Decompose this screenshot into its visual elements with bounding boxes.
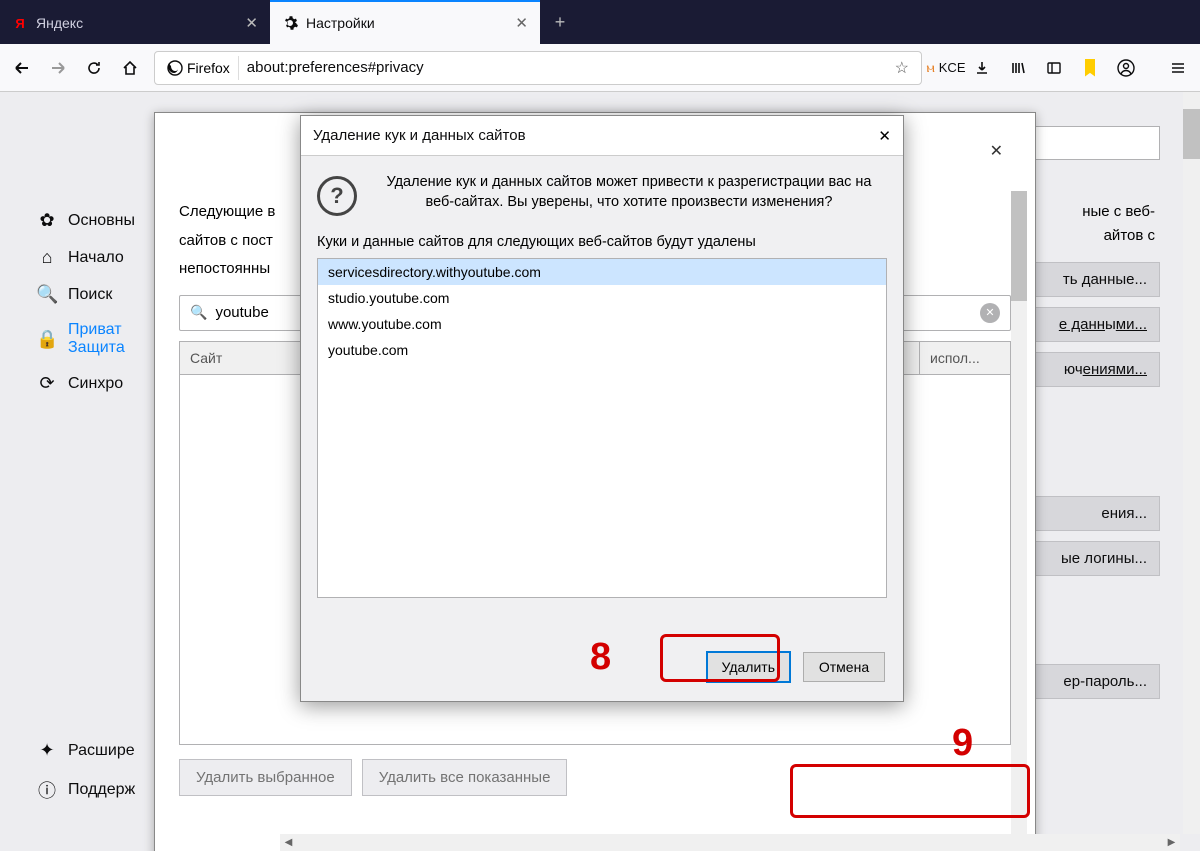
search-icon: 🔍 [190, 304, 207, 321]
preferences-sidebar: ✿Основны ⌂Начало 🔍Поиск 🔒Приват Защита ⟳… [36, 202, 156, 402]
tab-title: Настройки [306, 15, 375, 31]
content-area: ✿Основны ⌂Начало 🔍Поиск 🔒Приват Защита ⟳… [0, 92, 1200, 851]
puzzle-icon: ✦ [36, 740, 58, 761]
list-item[interactable]: www.youtube.com [318, 311, 886, 337]
sidebar-bottom: ✦Расшире ⓘПоддерж [36, 732, 156, 811]
identity-box[interactable]: Firefox [159, 56, 239, 80]
url-text[interactable]: about:preferences#privacy [239, 59, 887, 76]
bookmark-star-icon[interactable]: ☆ [887, 54, 917, 82]
tab-yandex[interactable]: Я Яндекс ✕ [0, 0, 270, 44]
page-horizontal-scrollbar[interactable]: ◀ ▶ [280, 834, 1180, 851]
sidebar-item-support[interactable]: ⓘПоддерж [36, 769, 156, 811]
reload-button[interactable] [78, 52, 110, 84]
library-button[interactable] [1002, 52, 1034, 84]
delete-button[interactable]: Удалить [706, 651, 791, 683]
list-item[interactable]: studio.youtube.com [318, 285, 886, 311]
remove-all-shown-button[interactable]: Удалить все показанные [362, 759, 568, 796]
kce-icon: ⲙ [927, 59, 935, 76]
close-icon[interactable]: ✕ [245, 14, 258, 32]
dialog-title: Удаление кук и данных сайтов [313, 127, 526, 144]
url-bar[interactable]: Firefox about:preferences#privacy ☆ [154, 51, 922, 85]
yandex-icon: Я [12, 15, 28, 31]
sidebar-item-sync[interactable]: ⟳Синхро [36, 365, 156, 402]
remove-selected-button[interactable]: Удалить выбранное [179, 759, 352, 796]
sidebar-item-extensions[interactable]: ✦Расшире [36, 732, 156, 769]
dialog-scrollbar[interactable] [1011, 191, 1027, 851]
yandex-bookmark-button[interactable] [1074, 52, 1106, 84]
page-vertical-scrollbar[interactable] [1183, 92, 1200, 834]
help-icon: ⓘ [36, 777, 58, 803]
sidebar-button[interactable] [1038, 52, 1070, 84]
home-icon: ⌂ [36, 247, 58, 268]
menu-button[interactable] [1162, 52, 1194, 84]
gear-icon: ✿ [36, 210, 58, 231]
tab-title: Яндекс [36, 15, 83, 31]
close-icon[interactable]: ✕ [515, 14, 528, 32]
sub-description: Куки и данные сайтов для следующих веб-с… [317, 234, 887, 250]
kce-extension-button[interactable]: ⲙKCE [930, 52, 962, 84]
firefox-icon [167, 60, 183, 76]
new-tab-button[interactable]: + [540, 0, 580, 44]
sidebar-item-privacy[interactable]: 🔒Приват Защита [36, 313, 156, 365]
scroll-right-arrow[interactable]: ▶ [1163, 834, 1180, 851]
search-icon: 🔍 [36, 284, 58, 305]
warning-text: Удаление кук и данных сайтов может приве… [371, 172, 887, 216]
forward-button[interactable] [42, 52, 74, 84]
question-icon: ? [317, 176, 357, 216]
site-list[interactable]: servicesdirectory.withyoutube.com studio… [317, 258, 887, 598]
gear-icon [282, 15, 298, 31]
identity-label: Firefox [187, 60, 230, 76]
sync-icon: ⟳ [36, 373, 58, 394]
cancel-button[interactable]: Отмена [803, 652, 885, 682]
dialog-title-bar: Удаление кук и данных сайтов ✕ [301, 116, 903, 156]
list-item[interactable]: youtube.com [318, 337, 886, 363]
list-item[interactable]: servicesdirectory.withyoutube.com [318, 259, 886, 285]
confirm-delete-dialog: Удаление кук и данных сайтов ✕ ? Удалени… [300, 115, 904, 702]
back-button[interactable] [6, 52, 38, 84]
lock-icon: 🔒 [36, 329, 58, 350]
clear-search-icon[interactable]: ✕ [980, 303, 1000, 323]
tab-settings[interactable]: Настройки ✕ [270, 0, 540, 44]
sidebar-item-general[interactable]: ✿Основны [36, 202, 156, 239]
close-icon[interactable]: ✕ [878, 127, 891, 145]
close-button[interactable]: ✕ [990, 141, 1003, 161]
scroll-left-arrow[interactable]: ◀ [280, 834, 297, 851]
downloads-button[interactable] [966, 52, 998, 84]
sidebar-item-home[interactable]: ⌂Начало [36, 239, 156, 276]
tab-bar: Я Яндекс ✕ Настройки ✕ + [0, 0, 1200, 44]
sidebar-item-search[interactable]: 🔍Поиск [36, 276, 156, 313]
background-text: ные с веб- айтов с [1082, 200, 1155, 248]
home-button[interactable] [114, 52, 146, 84]
account-button[interactable] [1110, 52, 1142, 84]
column-last-used[interactable]: испол... [920, 342, 1010, 374]
nav-toolbar: Firefox about:preferences#privacy ☆ ⲙKCE [0, 44, 1200, 92]
